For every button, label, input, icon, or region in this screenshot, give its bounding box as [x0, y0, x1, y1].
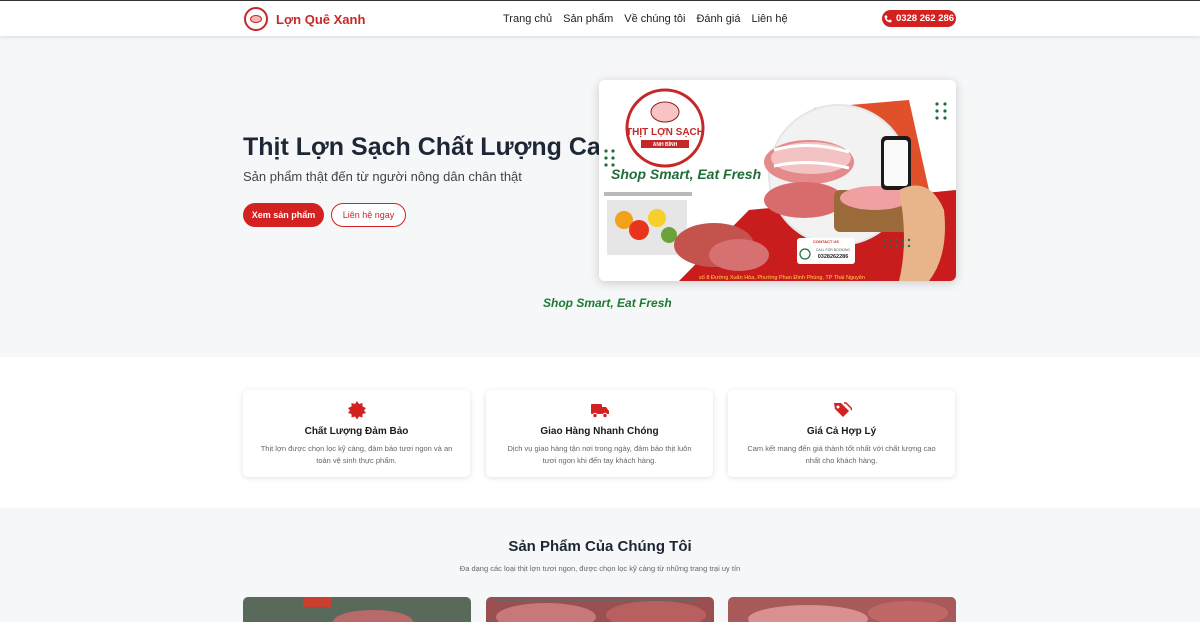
product-photo — [728, 597, 956, 622]
view-products-button[interactable]: Xem sản phẩm — [243, 203, 324, 227]
phone-number: 0328 262 286 — [895, 13, 955, 24]
phone-button[interactable]: 0328 262 286 — [882, 10, 956, 27]
tags-icon — [833, 402, 852, 417]
brand-name: Lợn Quê Xanh — [276, 11, 366, 27]
badge-icon — [347, 401, 366, 420]
features-section: Chất Lượng Đảm Bảo Thịt lợn được chọn lọ… — [0, 357, 1200, 508]
truck-icon — [590, 404, 609, 419]
main-nav: Trang chủ Sản phẩm Về chúng tôi Đánh giá… — [503, 13, 788, 25]
feature-card-price: Giá Cả Hợp Lý Cam kết mang đến giá thành… — [728, 390, 955, 477]
nav-reviews[interactable]: Đánh giá — [696, 13, 740, 25]
hero-section: Thịt Lợn Sạch Chất Lượng Cao Sản phẩm th… — [0, 36, 1200, 357]
feature-text: Cam kết mang đến giá thành tốt nhất với … — [747, 444, 936, 465]
hero-title: Thịt Lợn Sạch Chất Lượng Cao — [243, 133, 617, 161]
hero-tagline: Shop Smart, Eat Fresh — [543, 296, 672, 310]
contact-now-button[interactable]: Liên hệ ngay — [331, 203, 406, 227]
pig-logo-icon — [244, 7, 268, 31]
banner-phone: 0328262286 — [818, 254, 849, 260]
banner-slogan: Shop Smart, Eat Fresh — [611, 166, 761, 182]
feature-text: Dịch vụ giao hàng tận nơi trong ngày, đả… — [507, 444, 692, 465]
brand-link[interactable]: Lợn Quê Xanh — [244, 7, 365, 31]
banner-contact-label: CONTACT US — [813, 239, 839, 244]
feature-title: Chất Lượng Đảm Bảo — [304, 426, 409, 437]
products-title: Sản Phẩm Của Chúng Tôi — [508, 538, 692, 555]
banner-logo-sub: ANH BÌNH — [653, 140, 678, 148]
product-card-image[interactable] — [243, 597, 471, 622]
feature-card-quality: Chất Lượng Đảm Bảo Thịt lợn được chọn lọ… — [243, 390, 470, 477]
banner-booking-label: CALL FOR BOOKING — [816, 248, 851, 252]
feature-text: Thịt lợn được chọn lọc kỹ càng, đảm bảo … — [260, 444, 453, 465]
product-photo — [486, 597, 714, 622]
feature-card-delivery: Giao Hàng Nhanh Chóng Dịch vụ giao hàng … — [486, 390, 713, 477]
banner-logo-title: THỊT LỢN SẠCH — [626, 127, 704, 138]
nav-contact[interactable]: Liên hệ — [751, 13, 787, 25]
products-subtitle: Đa dạng các loại thịt lợn tươi ngon, đượ… — [459, 564, 741, 573]
banner-graphic: THỊT LỢN SẠCH ANH BÌNH Shop Smart, Eat F… — [599, 80, 956, 281]
products-section: Sản Phẩm Của Chúng Tôi Đa dạng các loại … — [0, 508, 1200, 622]
site-header: Lợn Quê Xanh Trang chủ Sản phẩm Về chúng… — [0, 0, 1200, 36]
phone-icon — [884, 15, 892, 22]
nav-home[interactable]: Trang chủ — [503, 13, 552, 25]
nav-products[interactable]: Sản phẩm — [563, 13, 613, 25]
nav-about[interactable]: Về chúng tôi — [624, 13, 685, 25]
product-card-image[interactable] — [486, 597, 714, 622]
hero-banner-image: THỊT LỢN SẠCH ANH BÌNH Shop Smart, Eat F… — [599, 80, 956, 281]
banner-address: số 8 Đường Xuân Hòa, Phường Phan Đình Ph… — [699, 275, 865, 281]
feature-title: Giao Hàng Nhanh Chóng — [540, 426, 659, 437]
feature-title: Giá Cả Hợp Lý — [806, 426, 877, 437]
product-card-image[interactable] — [728, 597, 956, 622]
hero-subtitle: Sản phẩm thật đến từ người nông dân chân… — [243, 169, 522, 184]
product-photo — [243, 597, 471, 622]
